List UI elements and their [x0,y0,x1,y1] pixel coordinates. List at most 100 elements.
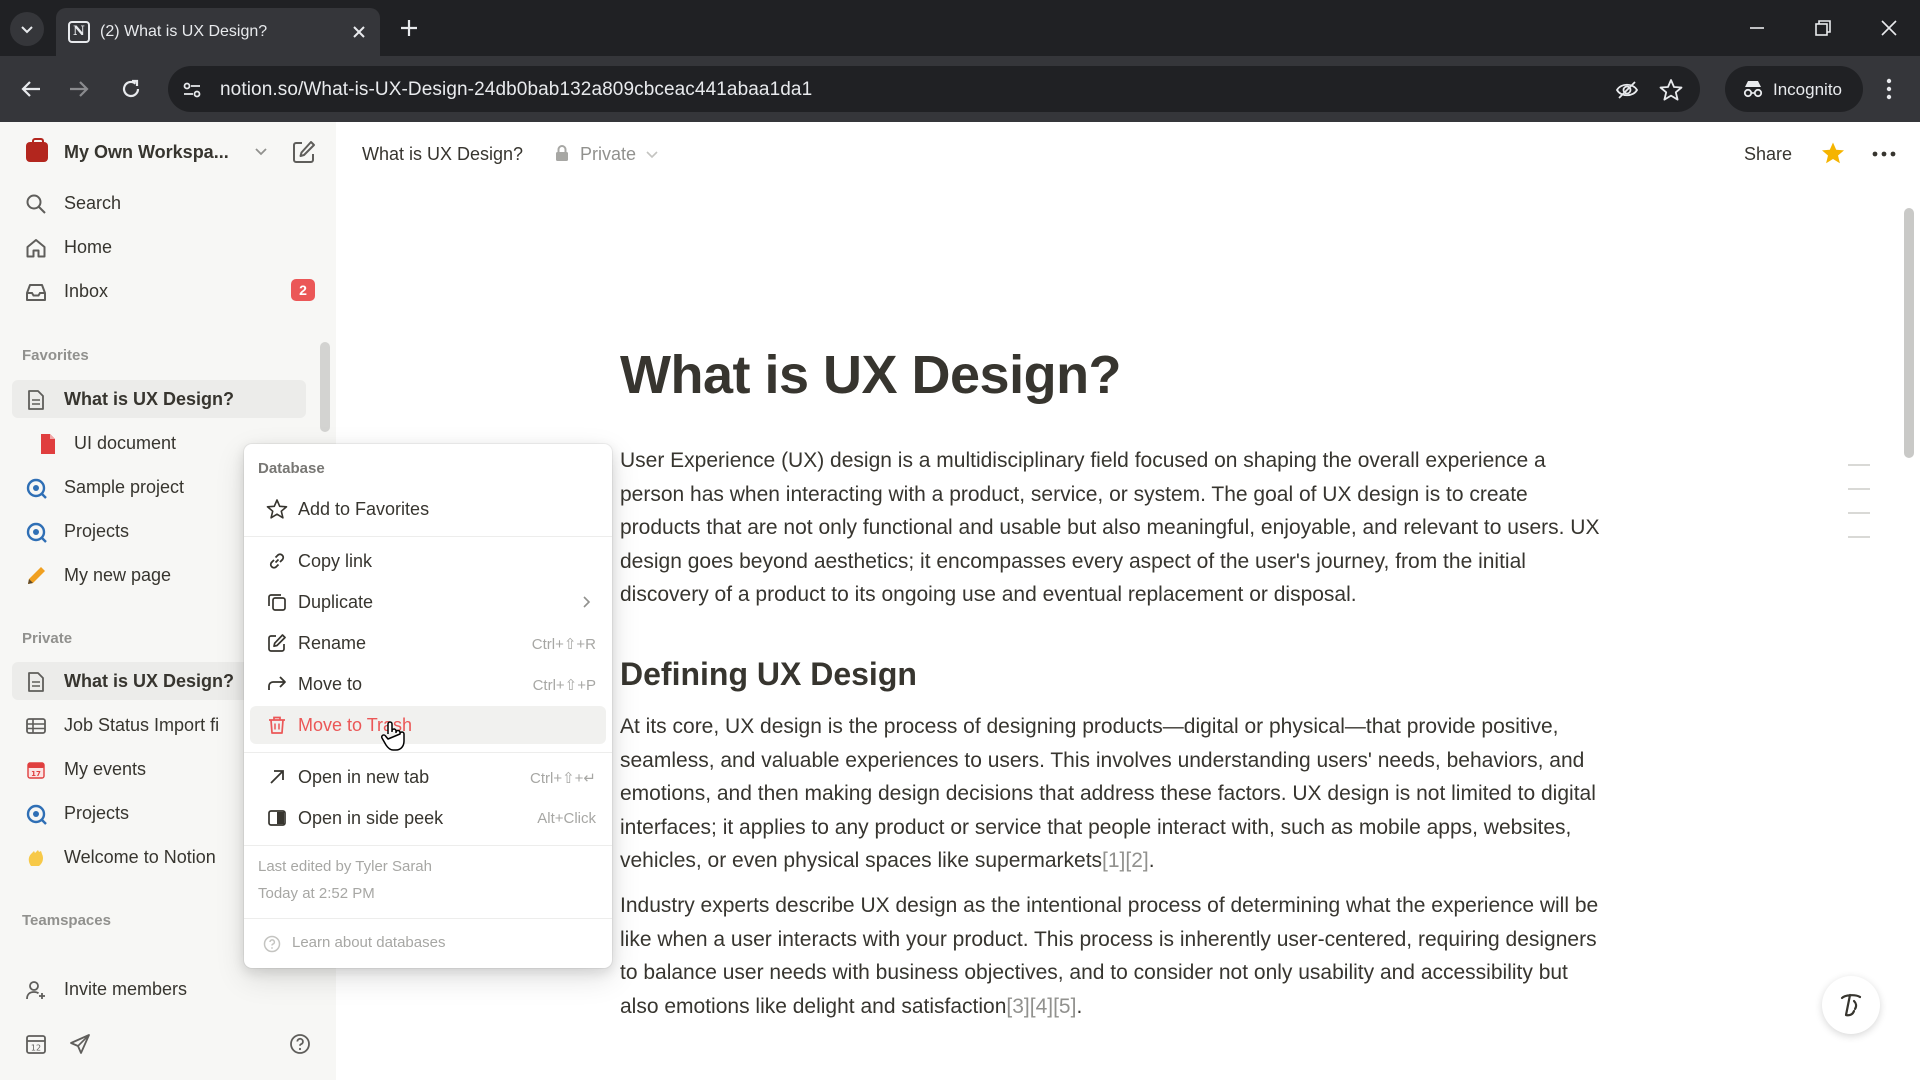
minimize-icon[interactable] [1742,14,1772,42]
last-edited-time: Today at 2:52 PM [258,885,375,902]
menu-divider [244,752,612,753]
paragraph-end: . [1148,849,1155,873]
chevron-down-icon [21,26,33,34]
privacy-label[interactable]: Private [580,144,636,165]
plus-icon[interactable] [396,15,422,41]
menu-duplicate[interactable]: Duplicate [250,583,606,621]
menu-shortcut: Alt+Click [537,810,596,827]
outline-mark[interactable] [1848,488,1870,490]
menu-open-in-new-tab[interactable]: Open in new tab Ctrl+⇧+↵ [250,758,606,796]
site-settings-icon[interactable] [180,78,204,102]
chevron-down-icon [646,151,658,159]
page-icon [28,672,44,692]
chevron-down-icon [255,148,267,156]
tab-title: (2) What is UX Design? [100,23,268,40]
citation-link[interactable]: [1][2] [1102,849,1149,872]
sidebar-item-label: Job Status Import fi [64,715,220,735]
menu-shortcut: Ctrl+⇧+↵ [530,770,596,787]
menu-shortcut: Ctrl+⇧+R [531,636,596,653]
page-topbar: What is UX Design? Private Share [336,122,1920,184]
share-button[interactable]: Share [1744,144,1792,165]
sidebar-item-label: Projects [64,521,130,541]
page-title[interactable]: What is UX Design? [620,344,1122,406]
sidebar-item-label: Projects [64,803,130,823]
inbox-count-badge: 2 [291,279,315,301]
sidebar-item-label: Inbox [64,281,109,301]
menu-heading: Database [258,460,325,477]
project-icon [26,522,47,543]
menu-label: Add to Favorites [298,499,430,519]
bookmark-star-icon[interactable] [1658,77,1684,103]
sidebar-scrollbar[interactable] [320,342,330,432]
calendar-app-icon[interactable]: 12 [24,1032,48,1056]
svg-text:17: 17 [31,770,41,778]
page-scrollbar[interactable] [1904,208,1914,458]
outline-mark[interactable] [1848,536,1870,538]
star-outline-icon [266,499,288,519]
menu-rename[interactable]: Rename Ctrl+⇧+R [250,624,606,662]
section-favorites: Favorites [22,347,89,364]
address-bar[interactable]: notion.so/What-is-UX-Design-24db0bab132a… [168,66,1700,112]
sidebar-item-label: My events [64,759,147,779]
sidebar-item-home[interactable]: Home [12,228,306,266]
trash-icon [269,716,285,734]
menu-divider [244,845,612,846]
menu-add-to-favorites[interactable]: Add to Favorites [250,490,606,528]
tab-search-button[interactable] [10,12,44,46]
outline-mark[interactable] [1848,512,1870,514]
menu-label: Open in side peek [298,808,444,828]
menu-move-to-trash[interactable]: Move to Trash [250,706,606,744]
ai-assistant-button[interactable] [1822,976,1880,1034]
help-icon[interactable] [288,1032,312,1056]
menu-open-in-side-peek[interactable]: Open in side peek Alt+Click [250,799,606,837]
paragraph-intro[interactable]: User Experience (UX) design is a multidi… [620,444,1610,612]
menu-label: Duplicate [298,592,374,612]
sidebar-item-label: What is UX Design? [64,671,235,691]
document-icon [41,434,55,454]
menu-label: Rename [298,633,367,653]
move-arrow-icon [268,676,286,690]
browser-menu-icon[interactable] [1876,76,1902,102]
reload-icon[interactable] [116,74,146,104]
url-text[interactable]: notion.so/What-is-UX-Design-24db0bab132a… [220,79,812,101]
workspace-switcher[interactable]: My Own Workspa... [22,138,322,168]
breadcrumb[interactable]: What is UX Design? [362,144,523,165]
sidebar-item-search[interactable]: Search [12,184,306,222]
project-icon [26,804,47,825]
ai-face-icon [1840,993,1862,1017]
learn-label: Learn about databases [292,934,446,951]
menu-divider [244,918,612,919]
paragraph-defining[interactable]: At its core, UX design is the process of… [620,710,1610,878]
close-icon[interactable] [348,21,370,43]
browser-tab-bar: N (2) What is UX Design? [0,0,1920,56]
more-options-icon[interactable] [1870,144,1898,164]
back-arrow-icon[interactable] [16,74,46,104]
invite-members-button[interactable]: Invite members [12,970,306,1008]
paragraph-industry[interactable]: Industry experts describe UX design as t… [620,889,1610,1023]
forward-arrow-icon[interactable] [64,74,94,104]
menu-move-to[interactable]: Move to Ctrl+⇧+P [250,665,606,703]
citation-link[interactable]: [3][4][5] [1006,995,1076,1018]
sidebar-item-label: Home [64,237,113,257]
sidebar-item-what-is-ux-design[interactable]: What is UX Design? [12,380,306,418]
outline-mark[interactable] [1848,464,1870,466]
menu-label: Open in new tab [298,767,430,787]
send-icon[interactable] [68,1032,92,1056]
sidebar-item-label: Search [64,193,122,213]
table-icon [26,718,46,734]
sidebar-item-inbox[interactable]: Inbox 2 [12,272,315,310]
section-private: Private [22,630,73,647]
menu-label: Copy link [298,551,373,571]
menu-copy-link[interactable]: Copy link [250,542,606,580]
learn-about-databases-link[interactable]: Learn about databases [258,932,558,956]
favorite-star-icon[interactable] [1820,140,1846,166]
restore-icon[interactable] [1808,14,1838,42]
new-page-icon[interactable] [290,138,318,166]
home-icon [26,239,46,258]
heading-defining-ux-design[interactable]: Defining UX Design [620,656,917,693]
window-close-icon[interactable] [1874,14,1904,42]
browser-tab-active[interactable]: N (2) What is UX Design? [56,8,380,56]
incognito-indicator[interactable]: Incognito [1725,66,1863,112]
eye-off-icon[interactable] [1614,77,1640,103]
svg-text:12: 12 [31,1044,41,1053]
